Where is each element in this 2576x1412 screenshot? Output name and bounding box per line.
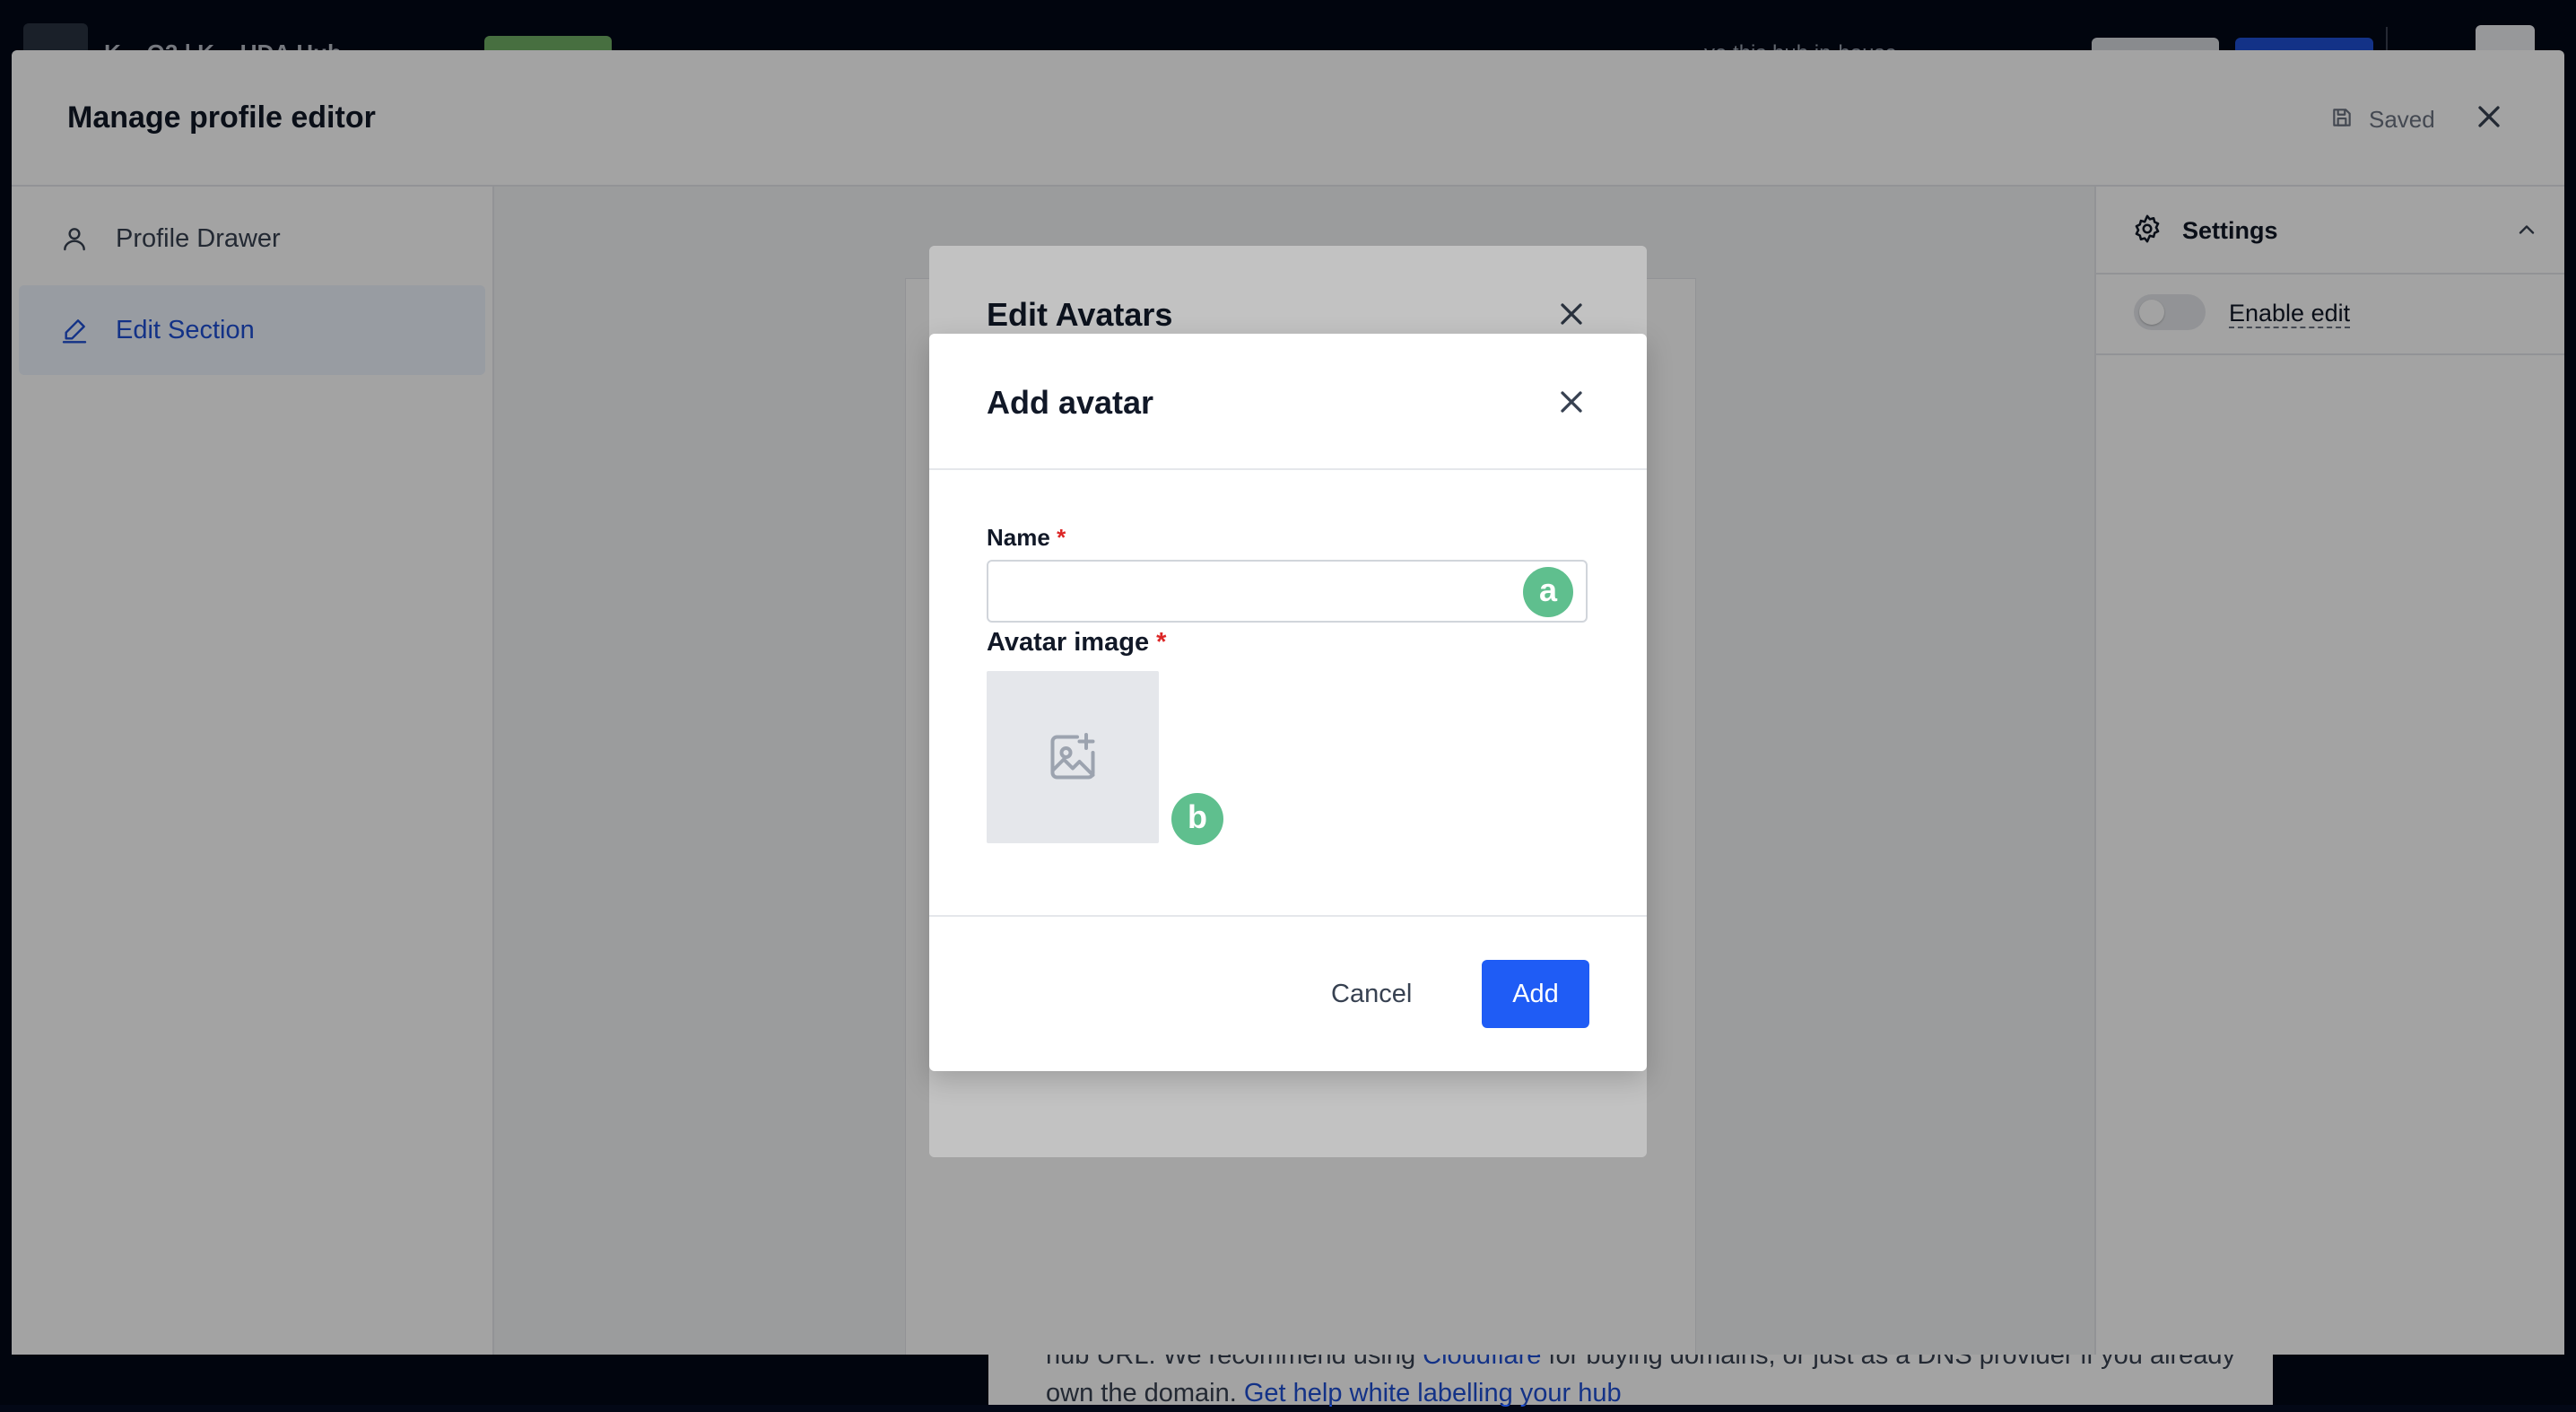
avatar-image-label: Avatar image * xyxy=(987,628,1166,658)
cancel-button[interactable]: Cancel xyxy=(1331,960,1412,1028)
name-input[interactable] xyxy=(987,560,1588,623)
avatar-image-upload[interactable] xyxy=(987,671,1159,843)
add-avatar-modal: Add avatar Name * a Avatar image * b Can… xyxy=(929,334,1647,1071)
add-avatar-close-button[interactable] xyxy=(1553,384,1589,420)
required-marker: * xyxy=(1057,524,1066,551)
annotation-badge-b: b xyxy=(1171,793,1223,845)
divider xyxy=(929,915,1647,917)
annotation-badge-a: a xyxy=(1523,567,1573,617)
name-field-label: Name * xyxy=(987,524,1066,552)
image-add-icon xyxy=(1046,730,1100,784)
required-marker: * xyxy=(1156,628,1167,657)
avatar-image-label-text: Avatar image xyxy=(987,628,1150,657)
close-icon xyxy=(1561,391,1582,413)
add-button[interactable]: Add xyxy=(1482,960,1589,1028)
divider xyxy=(929,468,1647,470)
name-label-text: Name xyxy=(987,524,1050,551)
add-avatar-title: Add avatar xyxy=(987,384,1154,421)
